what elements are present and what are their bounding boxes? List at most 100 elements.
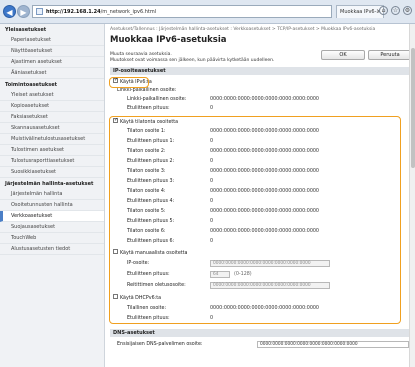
sidebar-item-nayttoasetukset[interactable]: Näyttöasetukset bbox=[0, 46, 104, 57]
manual-row: Käytä manuaalista osoitetta bbox=[105, 249, 415, 258]
stateless-prefix-3-label: Etuliitteen pituus 3: bbox=[127, 179, 175, 184]
stateless-prefix-row: Etuliitteen pituus 4: 0 bbox=[105, 197, 415, 206]
page-icon bbox=[36, 8, 43, 15]
star-icon[interactable]: ☆ bbox=[391, 6, 400, 15]
scrollbar-thumb[interactable] bbox=[411, 48, 415, 168]
stateless-address-1-value: 0000:0000:0000:0000:0000:0000:0000:0000 bbox=[210, 129, 319, 134]
sidebar-item-osoitetunnusten-hallinta[interactable]: Osoitetunnusten hallinta bbox=[0, 200, 104, 211]
sidebar-item-yleiset-asetukset[interactable]: Yleiset asetukset bbox=[0, 90, 104, 101]
sidebar-item-verkkoasetukset[interactable]: Verkkoasetukset bbox=[0, 211, 104, 222]
stateless-address-4-value: 0000:0000:0000:0000:0000:0000:0000:0000 bbox=[210, 189, 319, 194]
stateless-address-4-label: Tilaton osoite 4: bbox=[127, 189, 166, 194]
use-ipv6-checkbox[interactable] bbox=[113, 76, 118, 85]
sidebar-item-alustusasetusten-tiedot[interactable]: Alustusasetusten tiedot bbox=[0, 244, 104, 255]
link-local-address-value: 0000:0000:0000:0000:0000:0000:0000:0000 bbox=[210, 97, 319, 102]
manual-ip-row: IP-osoite: 0000:0000:0000:0000:0000:0000… bbox=[105, 259, 415, 268]
address-bar[interactable]: http://192.168.1.24/m_network_ipv6.html bbox=[32, 5, 332, 18]
stateless-address-6-value: 0000:0000:0000:0000:0000:0000:0000:0000 bbox=[210, 229, 319, 234]
gear-icon[interactable]: ⚙ bbox=[403, 6, 412, 15]
link-local-title-row: Linkki-paikallinen osoite: bbox=[105, 86, 415, 95]
sidebar-section-title: Järjestelmän hallinta-asetukset bbox=[5, 181, 94, 187]
sidebar-item-skannausasetukset[interactable]: Skannausasetukset bbox=[0, 123, 104, 134]
sidebar: Yleisasetukset Paperiasetukset Näyttöase… bbox=[0, 24, 105, 367]
stateless-prefix-row: Etuliitteen pituus 6: 0 bbox=[105, 237, 415, 246]
stateless-address-row: Tilaton osoite 2: 0000:0000:0000:0000:00… bbox=[105, 147, 415, 156]
breadcrumb: Asetukset/Tallennus : Järjestelmän halli… bbox=[110, 27, 376, 32]
sidebar-item-tulostimen-asetukset[interactable]: Tulostimen asetukset bbox=[0, 145, 104, 156]
stateless-address-1-label: Tilaton osoite 1: bbox=[127, 129, 166, 134]
stateless-prefix-4-value: 0 bbox=[210, 199, 214, 204]
stateless-address-3-label: Tilaton osoite 3: bbox=[127, 169, 166, 174]
stateless-address-row: Tilaton osoite 1: 0000:0000:0000:0000:00… bbox=[105, 127, 415, 136]
ok-button[interactable]: OK bbox=[321, 50, 365, 60]
dhcp-prefix-label: Etuliitteen pituus: bbox=[127, 316, 170, 321]
stateless-prefix-4-label: Etuliitteen pituus 4: bbox=[127, 199, 175, 204]
stateless-prefix-5-value: 0 bbox=[210, 219, 214, 224]
stateless-prefix-5-label: Etuliitteen pituus 5: bbox=[127, 219, 175, 224]
stateless-prefix-1-label: Etuliitteen pituus 1: bbox=[127, 139, 175, 144]
stateless-address-3-value: 0000:0000:0000:0000:0000:0000:0000:0000 bbox=[210, 169, 319, 174]
manual-gateway-label: Reitittimen oletusosoite: bbox=[127, 283, 186, 288]
stateless-row: Käytä tilatonta osoitetta bbox=[105, 116, 415, 127]
stateless-address-6-label: Tilaton osoite 6: bbox=[127, 229, 166, 234]
ip-settings-header: IP-osoiteasetukset bbox=[110, 67, 412, 75]
link-local-address-label: Linkki-paikallinen osoite: bbox=[127, 97, 187, 102]
stateless-address-5-label: Tilaton osoite 5: bbox=[127, 209, 166, 214]
stateless-address-row: Tilaton osoite 4: 0000:0000:0000:0000:00… bbox=[105, 187, 415, 196]
stateless-prefix-6-value: 0 bbox=[210, 239, 214, 244]
stateless-prefix-row: Etuliitteen pituus 3: 0 bbox=[105, 177, 415, 186]
dhcp-address-row: Tilallinen osoite: 0000:0000:0000:0000:0… bbox=[105, 304, 415, 313]
link-local-prefix-row: Etuliitteen pituus: 0 bbox=[105, 104, 415, 113]
stateless-prefix-row: Etuliitteen pituus 5: 0 bbox=[105, 217, 415, 226]
sidebar-item-faksiasetukset[interactable]: Faksiasetukset bbox=[0, 112, 104, 123]
manual-gateway-row: Reitittimen oletusosoite: 0000:0000:0000… bbox=[105, 281, 415, 290]
sidebar-item-muistivalinetulostus[interactable]: Muistivälinetulostusasetukset bbox=[0, 134, 104, 145]
link-local-prefix-value: 0 bbox=[210, 106, 214, 111]
stateless-prefix-3-value: 0 bbox=[210, 179, 214, 184]
scrollbar[interactable] bbox=[409, 24, 415, 367]
stateless-address-5-value: 0000:0000:0000:0000:0000:0000:0000:0000 bbox=[210, 209, 319, 214]
manual-prefix-input[interactable]: 64 bbox=[210, 271, 230, 278]
forward-arrow-icon[interactable]: ▶ bbox=[17, 5, 30, 18]
link-local-address-row: Linkki-paikallinen osoite: 0000:0000:000… bbox=[105, 95, 415, 104]
dhcp-checkbox[interactable] bbox=[113, 294, 118, 299]
sidebar-item-tulostusraportti[interactable]: Tulostusraporttiasetukset bbox=[0, 156, 104, 167]
stateless-checkbox[interactable] bbox=[113, 116, 118, 125]
stateless-prefix-row: Etuliitteen pituus 2: 0 bbox=[105, 157, 415, 166]
browser-toolbar: ◀ ▶ http://192.168.1.24/m_network_ipv6.h… bbox=[0, 0, 415, 24]
sidebar-section-title: Yleisasetukset bbox=[5, 27, 47, 33]
page-title: Muokkaa IPv6-asetuksia bbox=[110, 35, 227, 45]
dhcp-address-label: Tilallinen osoite: bbox=[127, 306, 167, 311]
sidebar-item-ajastimen-asetukset[interactable]: Ajastimen asetukset bbox=[0, 57, 104, 68]
manual-ip-input[interactable]: 0000:0000:0000:0000:0000:0000:0000:0000 bbox=[210, 260, 330, 267]
stateless-address-2-label: Tilaton osoite 2: bbox=[127, 149, 166, 154]
dhcp-prefix-value: 0 bbox=[210, 316, 214, 321]
manual-prefix-range: (0-128) bbox=[234, 272, 252, 277]
sidebar-item-aaniasetukset[interactable]: Ääniasetukset bbox=[0, 68, 104, 79]
dns-primary-input[interactable]: 0000:0000:0000:0000:0000:0000:0000:0000 bbox=[257, 341, 409, 348]
home-icon[interactable]: ⌂ bbox=[379, 6, 388, 15]
dns-primary-row: Ensisijaisen DNS-palvelimen osoite: 0000… bbox=[105, 340, 415, 349]
sidebar-section-title: Toimintoasetukset bbox=[5, 82, 57, 88]
sidebar-item-touchweb[interactable]: TouchWeb bbox=[0, 233, 104, 244]
dhcp-label: Käytä DHCPv6:ta bbox=[120, 296, 162, 301]
url-text: http://192.168.1.24/m_network_ipv6.html bbox=[46, 8, 157, 15]
sidebar-item-suojausasetukset[interactable]: Suojausasetukset bbox=[0, 222, 104, 233]
sidebar-item-jarjestelman-hallinta[interactable]: Järjestelmän hallinta bbox=[0, 189, 104, 200]
link-local-title: Linkki-paikallinen osoite: bbox=[117, 88, 177, 93]
manual-prefix-label: Etuliitteen pituus: bbox=[127, 272, 170, 277]
manual-gateway-input[interactable]: 0000:0000:0000:0000:0000:0000:0000:0000 bbox=[210, 282, 330, 289]
sidebar-item-suosikkiasetukset[interactable]: Suosikkiasetukset bbox=[0, 167, 104, 178]
sidebar-item-paperiasetukset[interactable]: Paperiasetukset bbox=[0, 35, 104, 46]
stateless-prefix-2-value: 0 bbox=[210, 159, 214, 164]
back-arrow-icon[interactable]: ◀ bbox=[3, 5, 16, 18]
sidebar-item-kopioasetukset[interactable]: Kopioasetukset bbox=[0, 101, 104, 112]
stateless-prefix-1-value: 0 bbox=[210, 139, 214, 144]
dhcp-prefix-row: Etuliitteen pituus: 0 bbox=[105, 314, 415, 323]
manual-checkbox[interactable] bbox=[113, 249, 118, 254]
cancel-button[interactable]: Peruuta bbox=[368, 50, 412, 60]
stateless-label: Käytä tilatonta osoitetta bbox=[120, 120, 179, 125]
browser-tab[interactable]: Muokkaa IPv6-... × bbox=[336, 5, 384, 18]
dhcp-address-value: 0000:0000:0000:0000:0000:0000:0000:0000 bbox=[210, 306, 319, 311]
description-line-2: Muutokset ovat voimassa sen jälkeen, kun… bbox=[110, 58, 275, 63]
